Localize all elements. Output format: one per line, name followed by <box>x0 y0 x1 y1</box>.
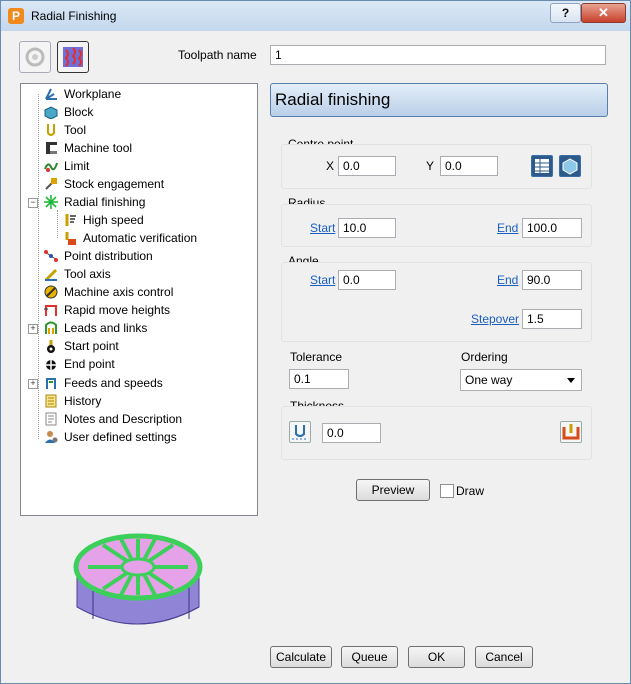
radius-start-link[interactable]: Start <box>310 221 335 235</box>
tree-label: Leads and links <box>64 321 148 335</box>
radius-end-link[interactable]: End <box>497 221 518 235</box>
chevron-down-icon <box>567 378 575 383</box>
radial-finishing-dialog: P Radial Finishing ? ✕ Toolpath name Wor… <box>0 0 631 684</box>
block-icon <box>44 106 58 119</box>
tree-label: Stock engagement <box>64 177 165 191</box>
settings-tree[interactable]: Workplane Block Tool Machine tool Limit … <box>20 83 258 516</box>
angle-end-input[interactable]: 90.0 <box>522 270 582 290</box>
component-thickness-icon <box>562 424 580 440</box>
tree-label: High speed <box>83 213 144 227</box>
toolpath-preview-button[interactable] <box>57 41 89 73</box>
draw-label: Draw <box>456 484 485 498</box>
strategy-header: Radial finishing <box>270 83 608 117</box>
thickness-input[interactable]: 0.0 <box>322 423 381 443</box>
notes-icon <box>45 412 57 426</box>
queue-button[interactable]: Queue <box>341 646 398 668</box>
centre-y-input[interactable]: 0.0 <box>440 156 498 176</box>
user-settings-icon <box>45 431 58 443</box>
draw-checkbox[interactable] <box>440 484 454 498</box>
high-speed-icon <box>65 214 76 226</box>
tree-label: Automatic verification <box>83 231 198 245</box>
thickness-settings-button[interactable] <box>289 421 311 443</box>
tree-label: End point <box>64 357 115 371</box>
ok-button[interactable]: OK <box>408 646 465 668</box>
angle-start-input[interactable]: 0.0 <box>338 270 396 290</box>
workplane-icon <box>45 88 57 100</box>
start-point-icon <box>47 340 55 353</box>
automatic-verification-icon <box>65 232 76 245</box>
app-logo-icon: P <box>8 8 24 24</box>
strategy-title: Radial finishing <box>275 90 391 109</box>
history-icon <box>45 394 57 408</box>
tree-label: Feeds and speeds <box>64 376 163 390</box>
radial-finishing-icon <box>44 195 58 209</box>
end-point-icon <box>46 360 56 370</box>
block-centre-button[interactable] <box>559 155 581 177</box>
title-bar[interactable]: P Radial Finishing ? ✕ <box>1 1 630 31</box>
limit-icon <box>44 162 58 172</box>
collapse-radial-finishing[interactable]: − <box>28 198 38 208</box>
machine-tool-icon <box>46 142 57 154</box>
tree-connector <box>38 94 39 439</box>
calculate-button[interactable]: Calculate <box>270 646 332 668</box>
ordering-select[interactable]: One way <box>460 369 582 391</box>
tree-label: Rapid move heights <box>64 303 171 317</box>
close-button[interactable]: ✕ <box>581 3 626 23</box>
centre-x-label: X <box>326 159 335 173</box>
tree-label: Machine tool <box>64 141 133 155</box>
strategy-selector-button[interactable] <box>19 41 51 73</box>
tool-axis-icon <box>44 268 58 281</box>
tree-label: Point distribution <box>64 249 153 263</box>
tree-label: Workplane <box>64 87 122 101</box>
angle-start-link[interactable]: Start <box>310 273 335 287</box>
tree-connector-sub <box>57 210 58 238</box>
toolpath-pattern-icon <box>63 47 83 67</box>
preview-button[interactable]: Preview <box>356 479 430 501</box>
leads-and-links-icon <box>45 321 57 334</box>
toolpath-name-label: Toolpath name <box>178 48 257 62</box>
coordinate-table-icon <box>535 159 549 173</box>
help-button[interactable]: ? <box>550 3 581 23</box>
point-distribution-icon <box>44 250 58 262</box>
tool-icon <box>47 124 55 136</box>
tolerance-input[interactable]: 0.1 <box>289 369 349 389</box>
tolerance-label: Tolerance <box>290 350 343 364</box>
tree-label: Block <box>64 105 94 119</box>
expand-feeds-and-speeds[interactable]: + <box>28 379 38 389</box>
radial-pattern-preview-image <box>73 533 203 625</box>
tree-label: Radial finishing <box>64 195 146 209</box>
angle-end-link[interactable]: End <box>497 273 518 287</box>
recycle-strategy-icon <box>25 47 45 67</box>
thickness-tool-icon <box>292 425 308 440</box>
expand-leads-and-links[interactable]: + <box>28 324 38 334</box>
tree-label: Machine axis control <box>64 285 174 299</box>
ordering-label: Ordering <box>461 350 508 364</box>
toolpath-name-input[interactable] <box>270 45 606 65</box>
stepover-link[interactable]: Stepover <box>471 312 519 326</box>
tree-label: User defined settings <box>64 430 177 444</box>
rapid-move-heights-icon <box>44 305 57 316</box>
tree-label: Tool <box>64 123 87 137</box>
machine-axis-control-icon <box>44 285 58 299</box>
enter-coordinates-button[interactable] <box>531 155 553 177</box>
centre-y-label: Y <box>426 159 435 173</box>
window-title: Radial Finishing <box>31 9 117 23</box>
radius-end-input[interactable]: 100.0 <box>522 218 582 238</box>
stock-engagement-icon <box>45 178 57 190</box>
radius-start-input[interactable]: 10.0 <box>338 218 396 238</box>
feeds-and-speeds-icon <box>46 378 56 389</box>
ordering-value: One way <box>465 373 513 387</box>
block-cube-icon <box>562 158 578 175</box>
stepover-input[interactable]: 1.5 <box>522 309 582 329</box>
tree-label: Notes and Description <box>64 412 183 426</box>
centre-x-input[interactable]: 0.0 <box>338 156 396 176</box>
tree-label: Tool axis <box>64 267 111 281</box>
tree-label: History <box>64 394 102 408</box>
tree-label: Start point <box>64 339 119 353</box>
tree-label: Limit <box>64 159 90 173</box>
cancel-button[interactable]: Cancel <box>475 646 533 668</box>
component-thickness-button[interactable] <box>560 421 582 443</box>
